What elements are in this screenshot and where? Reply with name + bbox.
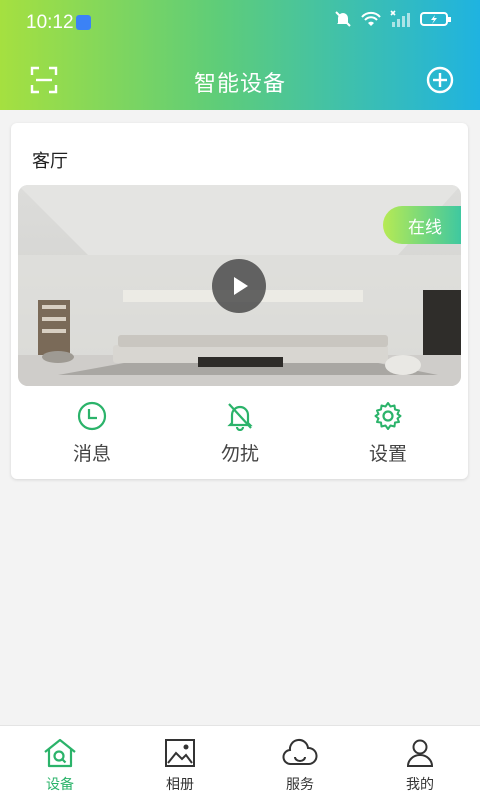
bell-off-icon xyxy=(227,403,253,432)
online-status-badge: 在线 xyxy=(383,206,461,244)
mute-icon xyxy=(335,11,351,27)
tab-profile-label: 我的 xyxy=(406,777,434,793)
usb-icon xyxy=(76,15,91,30)
tab-devices-label: 设备 xyxy=(46,777,74,793)
messages-button[interactable]: 消息 xyxy=(18,401,166,466)
user-icon xyxy=(406,739,434,767)
tab-devices[interactable]: 设备 xyxy=(0,726,120,801)
add-device-icon[interactable] xyxy=(426,66,454,94)
status-time: 10:12 xyxy=(26,12,74,33)
play-button[interactable] xyxy=(212,259,266,313)
tab-services[interactable]: 服务 xyxy=(240,726,360,801)
home-search-icon xyxy=(44,738,76,768)
tab-album[interactable]: 相册 xyxy=(120,726,240,801)
tab-profile[interactable]: 我的 xyxy=(360,726,480,801)
settings-label: 设置 xyxy=(368,443,407,465)
tab-services-label: 服务 xyxy=(286,777,314,793)
battery-icon xyxy=(420,12,451,26)
device-actions: 消息 勿扰 设置 xyxy=(11,401,468,466)
tab-album-label: 相册 xyxy=(166,777,194,793)
do-not-disturb-label: 勿扰 xyxy=(220,443,259,465)
camera-preview[interactable]: 在线 xyxy=(18,185,461,386)
bottom-tab-bar: 设备 相册 服务 我的 xyxy=(0,725,480,801)
page-title: 智能设备 xyxy=(193,72,286,97)
gear-icon xyxy=(374,402,402,430)
room-name: 客厅 xyxy=(32,151,68,172)
settings-button[interactable]: 设置 xyxy=(314,401,462,466)
wifi-icon xyxy=(361,11,381,26)
play-icon xyxy=(234,277,248,295)
cloud-icon xyxy=(282,739,318,765)
app-header: 10:12 智能设备 xyxy=(0,0,480,110)
clock-icon xyxy=(77,401,107,431)
device-card[interactable]: 客厅 在线 消息 勿扰 设置 xyxy=(11,123,468,479)
status-icons xyxy=(334,10,452,28)
do-not-disturb-button[interactable]: 勿扰 xyxy=(166,401,314,466)
signal-icon xyxy=(390,10,410,27)
messages-label: 消息 xyxy=(72,443,111,465)
image-icon xyxy=(165,739,195,767)
